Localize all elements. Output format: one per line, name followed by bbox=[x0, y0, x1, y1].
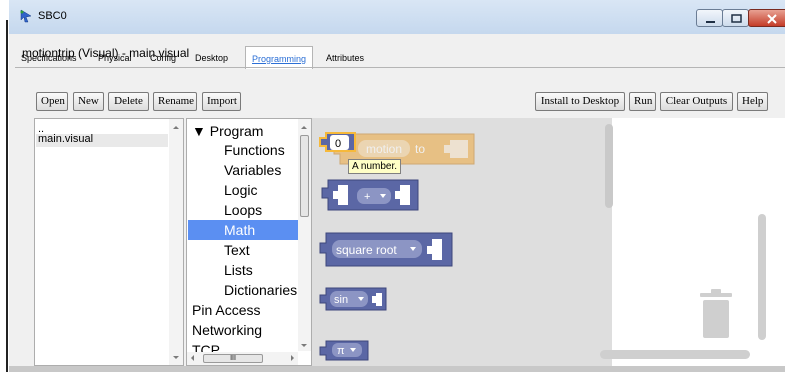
math-constant-block[interactable]: π bbox=[319, 340, 369, 361]
rename-button[interactable]: Rename bbox=[153, 92, 197, 111]
trash-can-icon[interactable] bbox=[697, 287, 735, 339]
category-pin-access[interactable]: Pin Access bbox=[192, 302, 260, 318]
category-loops[interactable]: Loops bbox=[224, 202, 262, 218]
scroll-down-arrow-icon bbox=[173, 356, 179, 359]
new-button[interactable]: New bbox=[73, 92, 104, 111]
workspace-vscroll-thumb[interactable] bbox=[758, 214, 766, 340]
file-list-scrollbar[interactable] bbox=[169, 119, 183, 365]
app-icon bbox=[20, 9, 32, 23]
category-lists[interactable]: Lists bbox=[224, 262, 253, 278]
category-networking[interactable]: Networking bbox=[192, 322, 262, 338]
scroll-up-arrow-icon bbox=[301, 126, 307, 129]
tab-divider bbox=[15, 67, 785, 68]
import-button[interactable]: Import bbox=[202, 92, 241, 111]
maximize-icon bbox=[731, 14, 742, 23]
scroll-down-arrow-icon bbox=[301, 344, 307, 347]
category-functions[interactable]: Functions bbox=[224, 142, 285, 158]
variable-name: motion bbox=[366, 142, 402, 156]
arithmetic-operator[interactable]: + bbox=[364, 191, 370, 203]
open-button[interactable]: Open bbox=[36, 92, 68, 111]
workspace-hscroll-thumb[interactable] bbox=[600, 350, 750, 359]
window-bottom-border bbox=[9, 366, 785, 372]
category-scrollbar[interactable] bbox=[298, 119, 311, 351]
file-list: .. main.visual bbox=[34, 118, 184, 366]
category-dictionaries[interactable]: Dictionaries bbox=[224, 282, 297, 298]
minimize-button[interactable] bbox=[696, 9, 723, 27]
category-hscroll-thumb[interactable]: III bbox=[203, 354, 263, 363]
sqrt-label[interactable]: square root bbox=[336, 243, 397, 257]
to-label: to bbox=[415, 142, 425, 156]
category-variables[interactable]: Variables bbox=[224, 162, 281, 178]
delete-button[interactable]: Delete bbox=[108, 92, 149, 111]
math-arithmetic-block[interactable]: + bbox=[321, 179, 419, 211]
category-math[interactable]: Math bbox=[224, 222, 255, 238]
sin-label[interactable]: sin bbox=[334, 294, 348, 306]
block-tooltip: A number. bbox=[348, 159, 402, 174]
category-hscrollbar[interactable]: III bbox=[187, 352, 298, 365]
math-sin-block[interactable]: sin bbox=[319, 287, 387, 311]
minimize-icon bbox=[706, 21, 715, 23]
close-button[interactable] bbox=[748, 9, 785, 27]
scroll-left-arrow-icon bbox=[191, 355, 194, 361]
title-bar: SBC0 bbox=[9, 0, 785, 34]
category-text[interactable]: Text bbox=[224, 242, 250, 258]
category-logic[interactable]: Logic bbox=[224, 182, 257, 198]
pi-label[interactable]: π bbox=[337, 345, 345, 357]
maximize-button[interactable] bbox=[722, 9, 749, 27]
project-title: motiontrip (Visual) - main.visual bbox=[22, 46, 190, 60]
run-button[interactable]: Run bbox=[629, 92, 656, 111]
file-item-main-visual[interactable]: main.visual bbox=[38, 133, 93, 145]
window-left-edge bbox=[0, 0, 9, 372]
number-value[interactable]: 0 bbox=[335, 138, 341, 150]
math-square-root-block[interactable]: square root bbox=[319, 232, 453, 267]
install-to-desktop-button[interactable]: Install to Desktop bbox=[535, 92, 625, 111]
tab-attributes[interactable]: Attributes bbox=[320, 48, 371, 68]
math-number-block[interactable]: 0 bbox=[319, 132, 356, 152]
tab-programming[interactable]: Programming bbox=[245, 46, 314, 69]
scroll-up-arrow-icon bbox=[173, 126, 179, 129]
tab-desktop[interactable]: Desktop bbox=[189, 48, 235, 68]
close-icon bbox=[767, 14, 777, 24]
app-window: SBC0 Specifications Physical Config Desk… bbox=[0, 0, 785, 372]
block-category-list: ▼ Program Functions Variables Logic Loop… bbox=[186, 118, 312, 366]
category-program[interactable]: ▼ Program bbox=[192, 123, 263, 139]
flyout-scroll-thumb[interactable] bbox=[605, 124, 613, 208]
scroll-right-arrow-icon bbox=[291, 355, 294, 361]
clear-outputs-button[interactable]: Clear Outputs bbox=[660, 92, 733, 111]
category-scroll-thumb[interactable] bbox=[300, 135, 309, 217]
window-title: SBC0 bbox=[38, 10, 67, 22]
help-button[interactable]: Help bbox=[737, 92, 768, 111]
